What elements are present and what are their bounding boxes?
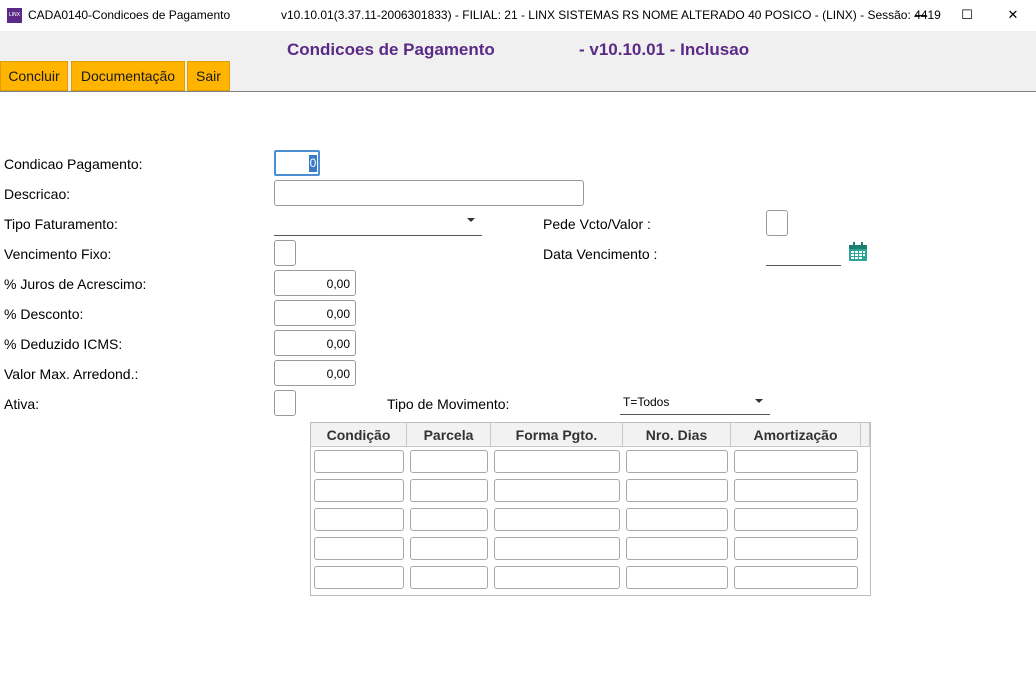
grid-cell[interactable] (626, 450, 728, 473)
grid-header-cell[interactable]: Condição (311, 423, 407, 447)
data-vencimento-field[interactable] (766, 240, 841, 266)
chevron-down-icon (467, 218, 475, 222)
desconto-label: % Desconto: (4, 306, 84, 322)
grid-cell[interactable] (734, 450, 858, 473)
vencimento-fixo-checkbox[interactable] (274, 240, 296, 266)
page-mode: - v10.10.01 - Inclusao (579, 40, 750, 59)
grid-cell[interactable] (314, 537, 404, 560)
juros-field[interactable]: 0,00 (274, 270, 356, 296)
grid-header-cell[interactable]: Amortização (731, 423, 861, 447)
juros-label: % Juros de Acrescimo: (4, 276, 147, 292)
close-button[interactable]: ✕ (990, 0, 1036, 31)
desconto-field[interactable]: 0,00 (274, 300, 356, 326)
grid-cell[interactable] (494, 537, 620, 560)
valor-max-label: Valor Max. Arredond.: (4, 366, 139, 382)
maximize-button[interactable]: ☐ (944, 0, 990, 31)
vencimento-fixo-label: Vencimento Fixo: (4, 246, 112, 262)
grid-cell[interactable] (314, 566, 404, 589)
condicao-pagamento-value: 0 (309, 155, 317, 172)
grid-cell[interactable] (626, 479, 728, 502)
data-vencimento-label: Data Vencimento : (543, 246, 658, 262)
page-title: Condicoes de Pagamento (287, 40, 495, 59)
linx-app-icon: LINX (7, 8, 22, 23)
grid-cell[interactable] (626, 537, 728, 560)
grid-header-filler (861, 423, 870, 447)
deduzido-icms-label: % Deduzido ICMS: (4, 336, 123, 352)
sair-button[interactable]: Sair (187, 61, 230, 91)
pede-vcto-valor-checkbox[interactable] (766, 210, 788, 236)
tipo-movimento-dropdown[interactable]: T=Todos (620, 391, 770, 415)
grid-cell[interactable] (494, 450, 620, 473)
close-icon: ✕ (1007, 8, 1019, 23)
parcelas-grid: Condição Parcela Forma Pgto. Nro. Dias Amort… (310, 422, 871, 596)
maximize-icon: ☐ (961, 8, 973, 23)
grid-cell[interactable] (410, 479, 488, 502)
deduzido-icms-field[interactable]: 0,00 (274, 330, 356, 356)
grid-cell[interactable] (314, 508, 404, 531)
grid-cell[interactable] (410, 566, 488, 589)
chevron-down-icon (755, 399, 763, 403)
grid-cell[interactable] (314, 450, 404, 473)
documentacao-button[interactable]: Documentação (71, 61, 185, 91)
grid-cell[interactable] (494, 566, 620, 589)
grid-header-cell[interactable]: Forma Pgto. (491, 423, 623, 447)
session-info: v10.10.01(3.37.11-2006301833) - FILIAL: … (281, 8, 941, 22)
descricao-field[interactable] (274, 180, 584, 206)
grid-cell[interactable] (734, 566, 858, 589)
tipo-movimento-value: T=Todos (623, 395, 670, 409)
grid-cell[interactable] (410, 537, 488, 560)
descricao-label: Descricao: (4, 186, 71, 202)
grid-cell[interactable] (410, 450, 488, 473)
tipo-faturamento-dropdown[interactable] (274, 210, 482, 236)
grid-cell[interactable] (734, 537, 858, 560)
tipo-movimento-label: Tipo de Movimento: (387, 396, 510, 412)
ativa-checkbox[interactable] (274, 390, 296, 416)
grid-header-cell[interactable]: Parcela (407, 423, 491, 447)
concluir-button[interactable]: Concluir (0, 61, 68, 91)
tipo-faturamento-label: Tipo Faturamento: (4, 216, 118, 232)
grid-cell[interactable] (626, 566, 728, 589)
form-header: Condicoes de Pagamento - v10.10.01 - Inc… (0, 31, 1036, 92)
grid-cell[interactable] (314, 479, 404, 502)
grid-cell[interactable] (734, 479, 858, 502)
grid-cell[interactable] (626, 508, 728, 531)
calendar-icon[interactable] (848, 242, 868, 262)
window-title: CADA0140-Condicoes de Pagamento (28, 8, 231, 22)
pede-vcto-valor-label: Pede Vcto/Valor : (543, 216, 651, 232)
valor-max-field[interactable]: 0,00 (274, 360, 356, 386)
title-bar: LINX CADA0140-Condicoes de Pagamento v10… (0, 0, 1036, 31)
condicao-pagamento-label: Condicao Pagamento: (4, 156, 143, 172)
minimize-icon: — (914, 8, 928, 23)
grid-header-cell[interactable]: Nro. Dias (623, 423, 731, 447)
minimize-button[interactable]: — (898, 0, 944, 31)
grid-cell[interactable] (734, 508, 858, 531)
ativa-label: Ativa: (4, 396, 40, 412)
grid-cell[interactable] (494, 479, 620, 502)
grid-cell[interactable] (410, 508, 488, 531)
grid-cell[interactable] (494, 508, 620, 531)
condicao-pagamento-field[interactable]: 0 (274, 150, 320, 176)
